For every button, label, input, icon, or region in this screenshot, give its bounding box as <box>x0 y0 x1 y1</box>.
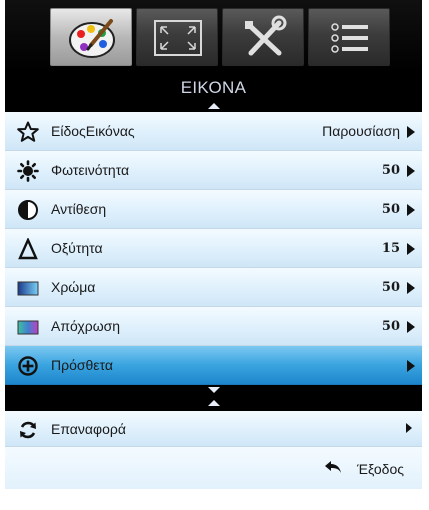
chevron-right-icon <box>406 423 412 433</box>
menu-item-color[interactable]: Χρώμα 50 <box>5 268 422 307</box>
menu-footer: Έξοδος <box>5 447 422 489</box>
back-arrow-icon <box>325 461 341 473</box>
projector-osd-menu: ΕΙΚΟΝΑ ΕίδοςΕικόνας Παρουσίαση Φωτεινότη… <box>0 0 429 510</box>
menu-item-label: Χρώμα <box>51 279 96 295</box>
menu-list: ΕίδοςΕικόνας Παρουσίαση Φωτεινότητα 50 Α… <box>5 112 422 489</box>
scroll-up-arrow-icon[interactable] <box>207 400 220 406</box>
menu-item-contrast[interactable]: Αντίθεση 50 <box>5 190 422 229</box>
menu-item-sharpness[interactable]: Οξύτητα 15 <box>5 229 422 268</box>
tint-icon <box>17 320 39 335</box>
menu-item-value: 50 <box>381 280 400 295</box>
reset-icon <box>20 421 36 439</box>
menu-item-picture-mode[interactable]: ΕίδοςΕικόνας Παρουσίαση <box>5 112 422 151</box>
menu-item-value: Παρουσίαση <box>322 123 400 139</box>
menu-item-label: Επαναφορά <box>51 421 126 437</box>
tab-display[interactable] <box>136 8 218 66</box>
exit-button[interactable]: Έξοδος <box>357 461 404 477</box>
chevron-right-icon <box>407 165 415 177</box>
fullscreen-icon <box>154 20 202 56</box>
page-title: ΕΙΚΟΝΑ <box>180 78 247 97</box>
brightness-icon <box>17 160 39 182</box>
contrast-icon <box>18 200 38 220</box>
scroll-up-arrow-icon[interactable] <box>207 103 220 109</box>
menu-tab-bar <box>5 0 422 74</box>
menu-item-value: 50 <box>381 319 400 334</box>
chevron-right-icon <box>407 204 415 216</box>
menu-item-reset[interactable]: Επαναφορά <box>5 411 422 447</box>
menu-item-label: Απόχρωση <box>51 318 121 334</box>
menu-item-value: 15 <box>381 241 400 256</box>
menu-item-label: Οξύτητα <box>51 240 103 256</box>
chevron-right-icon <box>407 360 415 372</box>
tab-settings[interactable] <box>222 8 304 66</box>
menu-item-label: Φωτεινότητα <box>51 162 130 178</box>
menu-item-value: 50 <box>381 202 400 217</box>
chevron-right-icon <box>407 321 415 333</box>
menu-item-label: Αντίθεση <box>51 201 107 217</box>
color-icon <box>17 281 39 296</box>
palette-icon <box>69 19 115 58</box>
menu-item-advanced[interactable]: Πρόσθετα <box>5 346 422 385</box>
chevron-right-icon <box>407 243 415 255</box>
menu-item-value: 50 <box>381 163 400 178</box>
tools-icon <box>245 15 287 56</box>
section-divider <box>5 385 422 411</box>
sharpness-icon <box>18 238 38 260</box>
tab-options[interactable] <box>308 8 390 66</box>
menu-item-brightness[interactable]: Φωτεινότητα 50 <box>5 151 422 190</box>
menu-item-label: Πρόσθετα <box>51 357 113 373</box>
star-icon <box>17 121 39 142</box>
chevron-right-icon <box>407 282 415 294</box>
scroll-down-arrow-icon[interactable] <box>207 387 220 393</box>
chevron-right-icon <box>407 126 415 138</box>
menu-item-label: ΕίδοςΕικόνας <box>51 123 135 139</box>
options-list-icon <box>331 23 368 53</box>
menu-header: ΕΙΚΟΝΑ <box>5 74 422 112</box>
advanced-icon <box>18 356 38 376</box>
menu-item-tint[interactable]: Απόχρωση 50 <box>5 307 422 346</box>
tab-image[interactable] <box>50 8 132 66</box>
